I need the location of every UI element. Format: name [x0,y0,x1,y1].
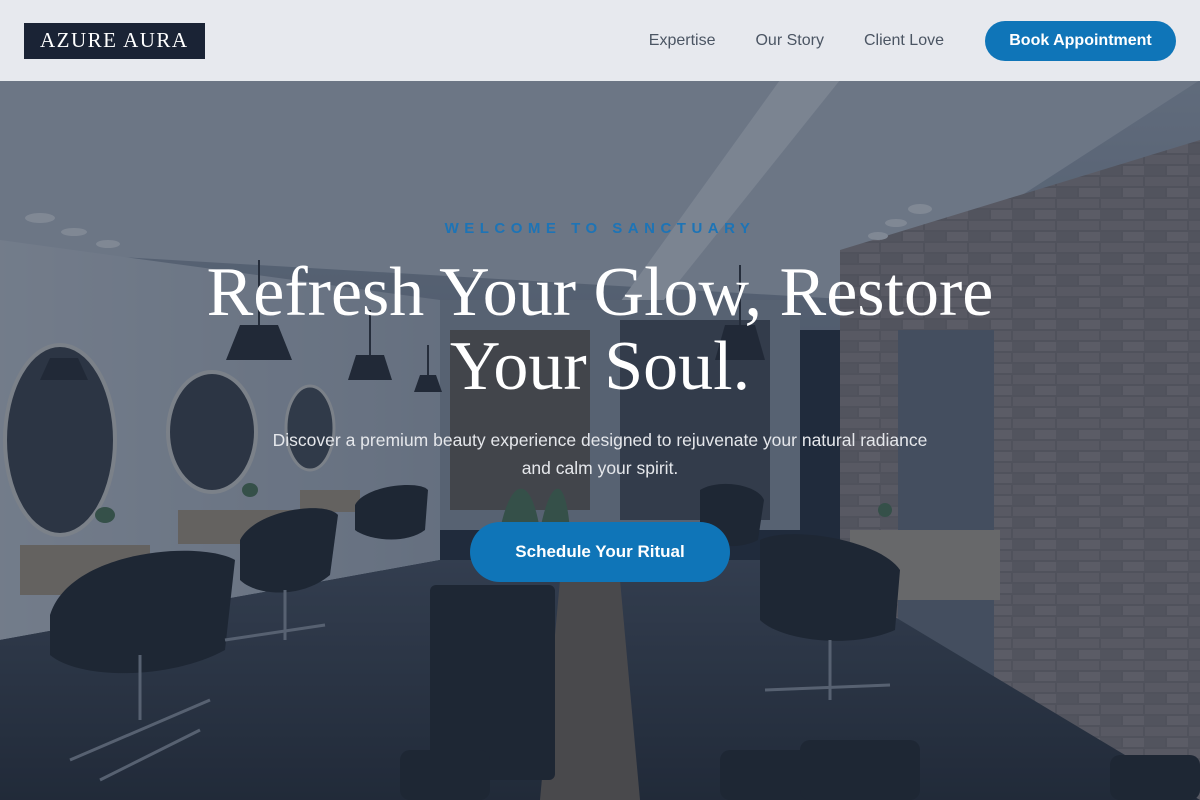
top-navbar: AZURE AURA Expertise Our Story Client Lo… [0,0,1200,81]
nav-links: Expertise Our Story Client Love [649,32,944,50]
nav-link-our-story[interactable]: Our Story [755,32,823,50]
book-appointment-button[interactable]: Book Appointment [985,20,1176,61]
nav-link-expertise[interactable]: Expertise [649,32,716,50]
brand-logo[interactable]: AZURE AURA [24,22,205,59]
hero-eyebrow: WELCOME TO SANCTUARY [444,220,756,237]
schedule-ritual-button[interactable]: Schedule Your Ritual [470,522,730,582]
hero-content: WELCOME TO SANCTUARY Refresh Your Glow, … [0,0,1200,800]
nav-link-client-love[interactable]: Client Love [864,32,944,50]
hero-subtext: Discover a premium beauty experience des… [272,430,928,478]
hero-headline: Refresh Your Glow, Restore Your Soul. [206,254,994,405]
